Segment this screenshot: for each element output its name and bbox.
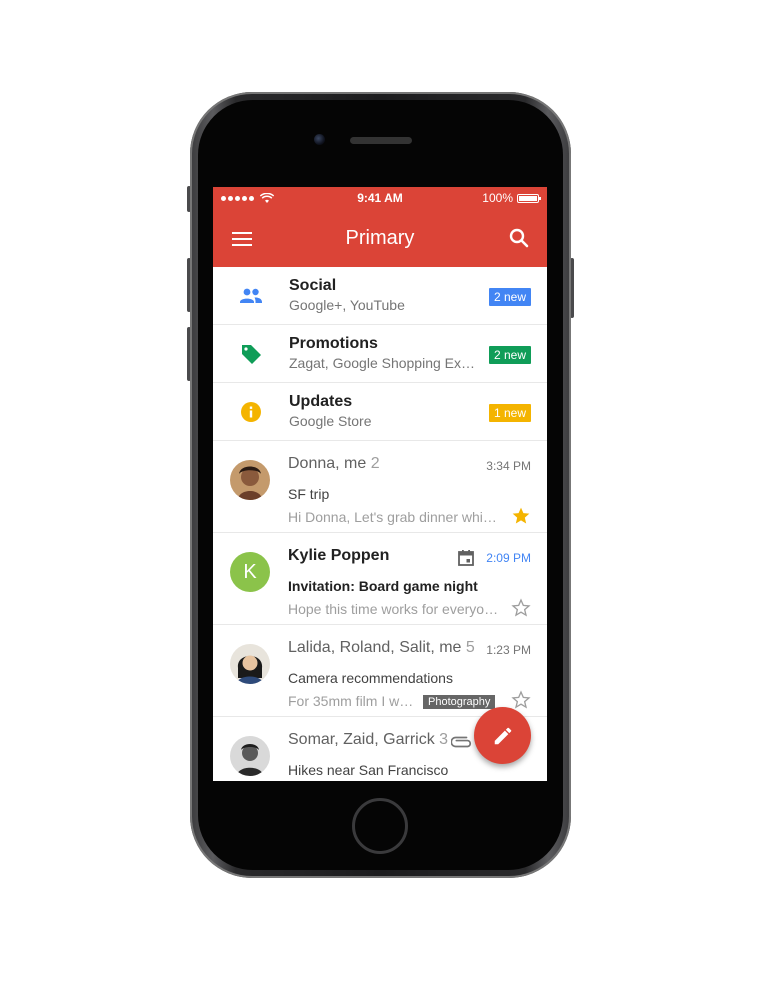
avatar xyxy=(230,644,270,684)
status-bar: 9:41 AM 100% xyxy=(213,187,547,209)
app-bar: Primary xyxy=(213,209,547,267)
menu-icon[interactable] xyxy=(230,229,254,247)
star-outline-icon[interactable] xyxy=(511,690,531,710)
avatar xyxy=(230,460,270,500)
email-subject: Hikes near San Francisco xyxy=(288,762,449,778)
email-sender: Donna, me 2 xyxy=(288,455,380,472)
email-snippet: Hope this time works for everyo… xyxy=(288,601,499,617)
email-sender: Lalida, Roland, Salit, me 5 xyxy=(288,639,475,656)
battery-percent: 100% xyxy=(482,191,513,205)
avatar xyxy=(230,736,270,776)
signal-icon xyxy=(221,195,254,201)
email-time: 2:09 PM xyxy=(486,551,531,565)
wifi-icon xyxy=(260,192,274,203)
calendar-icon xyxy=(458,550,474,566)
avatar: K xyxy=(230,552,270,592)
page-title: Primary xyxy=(345,226,415,249)
category-subtitle: Google Store xyxy=(289,413,372,429)
email-row[interactable]: Donna, me 2 3:34 PM SF trip Hi Donna, Le… xyxy=(213,441,547,533)
home-button[interactable] xyxy=(352,798,408,854)
tag-icon xyxy=(242,344,261,364)
new-badge: 2 new xyxy=(488,288,531,306)
email-snippet: For 35mm film I w… xyxy=(288,693,414,709)
email-time: 1:23 PM xyxy=(486,643,531,657)
front-camera xyxy=(314,134,325,145)
category-subtitle: Google+, YouTube xyxy=(289,297,405,313)
email-subject: SF trip xyxy=(288,486,330,502)
new-badge: 1 new xyxy=(488,404,531,422)
status-time: 9:41 AM xyxy=(357,191,403,205)
label-chip: Photography xyxy=(423,695,496,709)
email-subject: Invitation: Board game night xyxy=(288,578,478,594)
category-promotions[interactable]: Promotions Zagat, Google Shopping Ex… 2 … xyxy=(213,325,547,383)
category-subtitle: Zagat, Google Shopping Ex… xyxy=(289,355,476,371)
inbox-list: Social Google+, YouTube 2 new Promotions… xyxy=(213,267,547,781)
battery-icon xyxy=(517,193,541,203)
info-icon xyxy=(241,401,261,422)
email-snippet: Hi Donna, Let's grab dinner whil… xyxy=(288,509,498,525)
star-filled-icon[interactable] xyxy=(511,506,531,526)
category-social[interactable]: Social Google+, YouTube 2 new xyxy=(213,267,547,325)
email-row[interactable]: K Kylie Poppen 2:09 PM Invitation: Board… xyxy=(213,533,547,625)
earpiece-speaker xyxy=(350,137,412,144)
email-sender: Somar, Zaid, Garrick 3 xyxy=(288,731,449,748)
pencil-icon xyxy=(494,727,511,744)
search-icon[interactable] xyxy=(507,226,531,250)
star-outline-icon[interactable] xyxy=(511,598,531,618)
people-icon xyxy=(240,288,262,303)
email-time: 3:34 PM xyxy=(486,459,531,473)
app-screen: 9:41 AM 100% Primary Social Google+, You… xyxy=(213,187,547,781)
category-updates[interactable]: Updates Google Store 1 new xyxy=(213,383,547,441)
new-badge: 2 new xyxy=(488,346,531,364)
email-subject: Camera recommendations xyxy=(288,670,453,686)
email-sender: Kylie Poppen xyxy=(288,547,390,564)
email-row[interactable]: Lalida, Roland, Salit, me 5 1:23 PM Came… xyxy=(213,625,547,717)
compose-button[interactable] xyxy=(474,707,531,764)
attachment-icon xyxy=(451,736,472,748)
